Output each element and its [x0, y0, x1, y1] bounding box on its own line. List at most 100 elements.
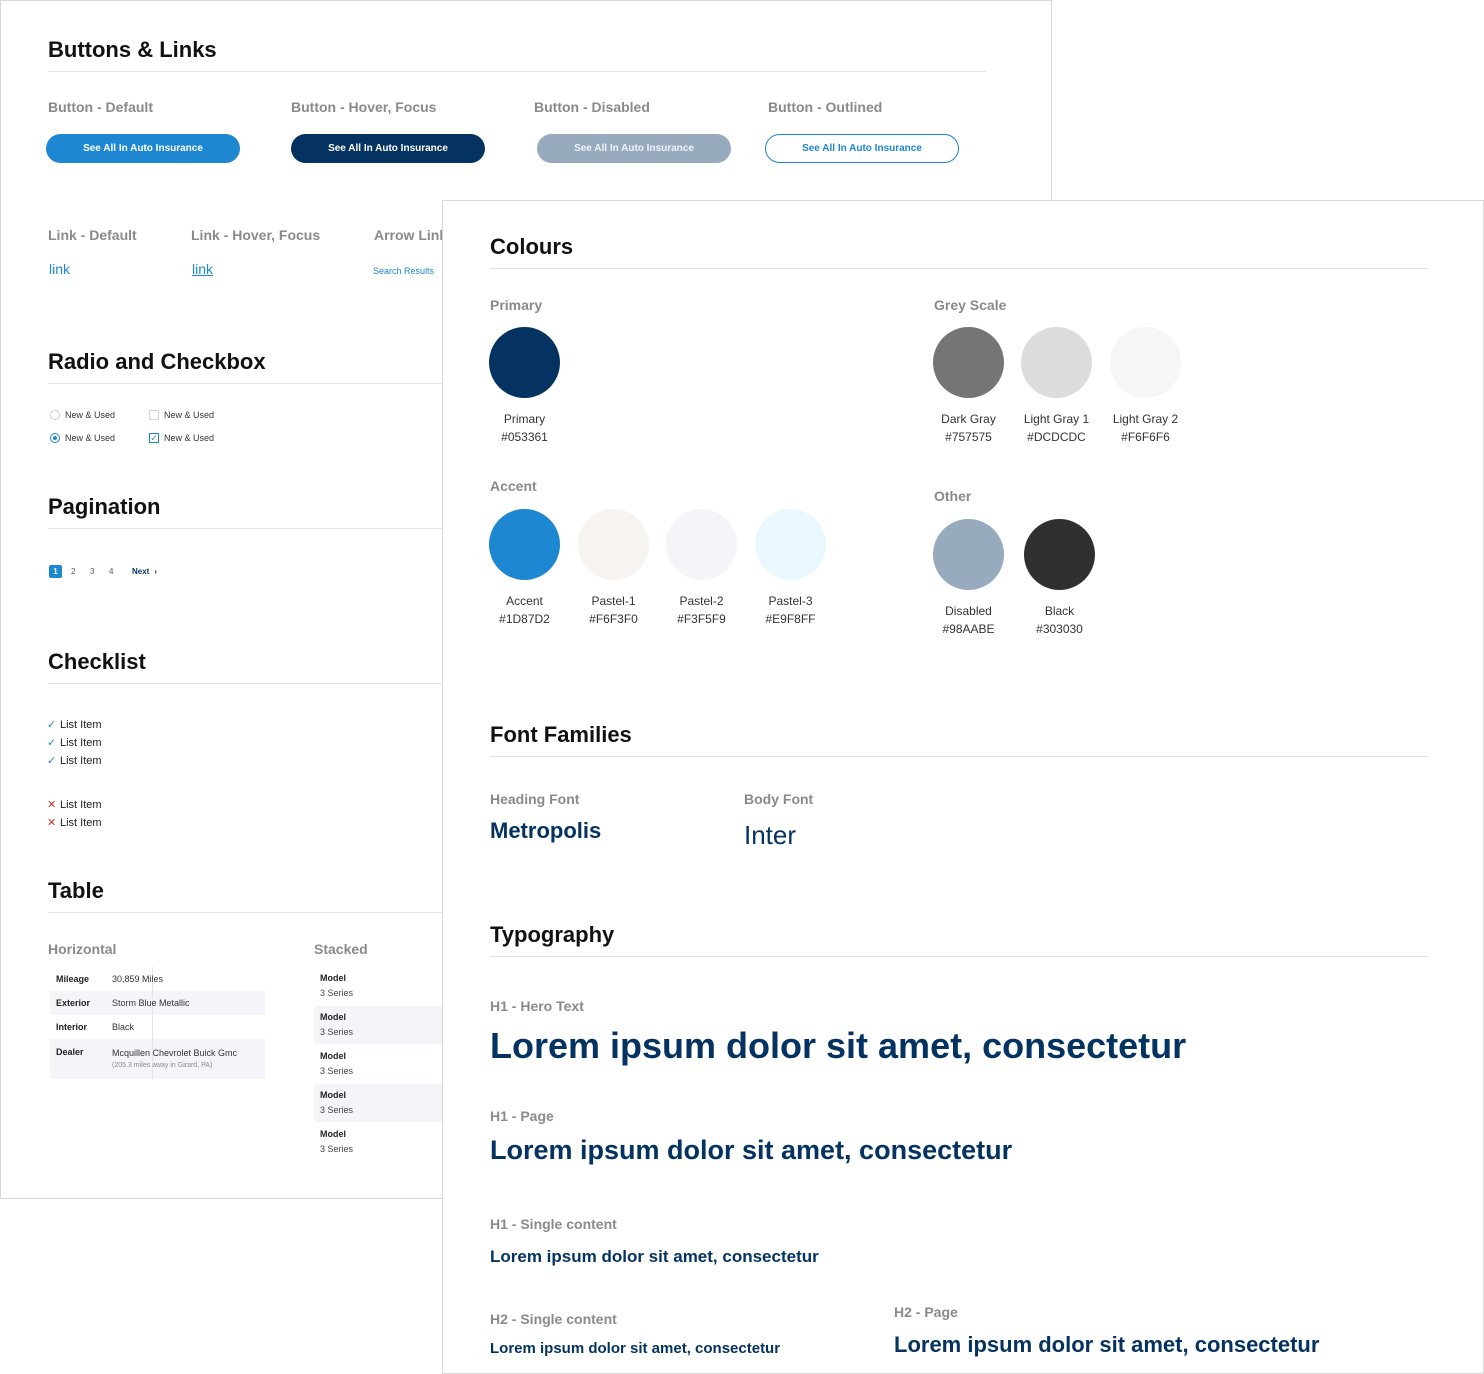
arrow-link[interactable]: Search Results	[373, 266, 434, 276]
pagination-page-4[interactable]: 4	[109, 565, 113, 578]
typography-h1-hero-label: H1 - Hero Text	[490, 998, 584, 1014]
table-row-key: Dealer	[56, 1047, 84, 1057]
radio-label: New & Used	[65, 410, 116, 420]
link-hover-label: Link - Hover, Focus	[191, 227, 321, 243]
typography-h1-single-sample: Lorem ipsum dolor sit amet, consectetur	[490, 1247, 819, 1266]
pagination-page-1[interactable]: 1	[49, 565, 62, 578]
typography-h2-page-sample: Lorem ipsum dolor sit amet, consectetur	[894, 1332, 1320, 1357]
arrow-link-label: Arrow Link	[374, 227, 448, 243]
pagination-next-button[interactable]: Next ›	[132, 565, 157, 578]
swatch-hex: #757575	[945, 430, 992, 444]
swatch-dark-gray: Dark Gray #757575	[933, 327, 1004, 446]
table-row-value: 3 Series	[320, 1066, 354, 1076]
section-title-buttons-links: Buttons & Links	[48, 37, 217, 62]
swatch-dot	[1024, 519, 1095, 590]
swatch-hex: #F6F6F6	[1121, 430, 1170, 444]
button-default[interactable]: See All In Auto Insurance	[46, 134, 240, 163]
table-row-value: 3 Series	[320, 1027, 354, 1037]
swatch-pastel-2: Pastel-2 #F3F5F9	[666, 509, 737, 628]
swatch-dot	[489, 327, 560, 398]
swatch-dot	[578, 509, 649, 580]
table-row: Model 3 Series	[314, 1006, 444, 1044]
section-title-table: Table	[48, 878, 104, 903]
table-row-key: Exterior	[56, 998, 91, 1008]
typography-h2-page-label: H2 - Page	[894, 1304, 958, 1320]
section-title-typography: Typography	[490, 922, 615, 947]
checklist-item-negative: ✕ List Item	[47, 798, 102, 812]
table-row-value: Storm Blue Metallic	[112, 998, 190, 1008]
table-row: Mileage 30,859 Miles	[50, 967, 265, 991]
checkbox-label: New & Used	[164, 433, 215, 443]
table-row-key: Mileage	[56, 974, 90, 984]
radio-checked-icon	[50, 433, 60, 443]
table-row: Model 3 Series	[314, 1123, 444, 1161]
body-font-label: Body Font	[744, 791, 814, 807]
checkbox-option[interactable]: New & Used	[149, 410, 214, 420]
radio-option-selected[interactable]: New & Used	[50, 433, 115, 443]
swatch-hex: #F3F5F9	[677, 612, 726, 626]
checklist-item-negative: ✕ List Item	[47, 816, 102, 830]
button-hover[interactable]: See All In Auto Insurance	[291, 134, 485, 163]
swatch-black: Black #303030	[1024, 519, 1095, 638]
section-title-colours: Colours	[490, 234, 574, 259]
table-row-value: Black	[112, 1022, 135, 1032]
divider	[490, 268, 1428, 269]
table-row-value: 3 Series	[320, 1144, 354, 1154]
swatch-hex: #F6F3F0	[589, 612, 638, 626]
pagination-page-3[interactable]: 3	[90, 565, 94, 578]
table-row-value: Mcquillen Chevrolet Buick Gmc	[112, 1048, 238, 1058]
radio-option[interactable]: New & Used	[50, 410, 115, 420]
checkbox-unchecked-icon	[149, 410, 159, 420]
typography-h2-single-sample: Lorem ipsum dolor sit amet, consectetur	[490, 1340, 781, 1357]
link-hover[interactable]: link	[192, 261, 213, 277]
checklist-item: ✓ List Item	[47, 718, 102, 732]
greyscale-label: Grey Scale	[934, 297, 1007, 313]
pagination-next-label: Next	[132, 567, 150, 576]
swatch-hex: #DCDCDC	[1027, 430, 1086, 444]
style-guide-sheet: Colours Primary Grey Scale Primary #0533…	[442, 200, 1484, 1374]
swatch-name: Light Gray 2	[1112, 412, 1179, 426]
other-colours-label: Other	[934, 488, 972, 504]
checkbox-option-checked[interactable]: ✓ New & Used	[149, 433, 214, 443]
accent-colours-label: Accent	[490, 478, 537, 494]
checklist-item-label: List Item	[60, 754, 102, 767]
swatch-pastel-1: Pastel-1 #F6F3F0	[578, 509, 649, 628]
link-default[interactable]: link	[49, 261, 70, 277]
typography-h1-hero-sample: Lorem ipsum dolor sit amet, consectetur	[490, 1025, 1187, 1066]
button-default-label: Button - Default	[48, 99, 153, 115]
button-outlined[interactable]: See All In Auto Insurance	[765, 134, 959, 163]
radio-unchecked-icon	[50, 410, 60, 420]
table-row-key: Model	[320, 1051, 346, 1061]
swatch-dot	[489, 509, 560, 580]
typography-h1-page-label: H1 - Page	[490, 1108, 554, 1124]
swatch-hex: #303030	[1036, 622, 1083, 636]
swatch-name: Pastel-1	[591, 594, 636, 608]
checklist-item-label: List Item	[60, 718, 102, 731]
swatch-pastel-3: Pastel-3 #E9F8FF	[755, 509, 826, 628]
button-disabled-label: Button - Disabled	[534, 99, 650, 115]
checkbox-label: New & Used	[164, 410, 215, 420]
divider	[48, 71, 986, 72]
table-row-key: Model	[320, 1090, 346, 1100]
swatch-name: Disabled	[945, 604, 992, 618]
checkmark-icon: ✓	[47, 737, 57, 749]
chevron-right-icon: ›	[154, 567, 158, 576]
heading-font-sample: Metropolis	[490, 818, 602, 843]
swatch-disabled: Disabled #98AABE	[933, 519, 1004, 638]
swatch-hex: #1D87D2	[499, 612, 550, 626]
swatch-light-gray-1: Light Gray 1 #DCDCDC	[1021, 327, 1092, 446]
checklist-item-label: List Item	[60, 816, 102, 829]
swatch-name: Light Gray 1	[1023, 412, 1090, 426]
pagination-page-2[interactable]: 2	[71, 565, 75, 578]
table-row-value: 3 Series	[320, 1105, 354, 1115]
checkmark-icon: ✓	[47, 719, 57, 731]
swatch-dot	[1021, 327, 1092, 398]
table-row: Model 3 Series	[314, 1084, 444, 1122]
table-row-subtext: (205.3 miles away in Girard, PA)	[112, 1062, 213, 1069]
table-row-key: Interior	[56, 1022, 88, 1032]
table-row: Model 3 Series	[314, 1045, 444, 1083]
table-row-value: 30,859 Miles	[112, 974, 164, 984]
typography-h1-single-label: H1 - Single content	[490, 1216, 617, 1232]
swatch-dot	[666, 509, 737, 580]
table-row: Interior Black	[50, 1015, 265, 1039]
